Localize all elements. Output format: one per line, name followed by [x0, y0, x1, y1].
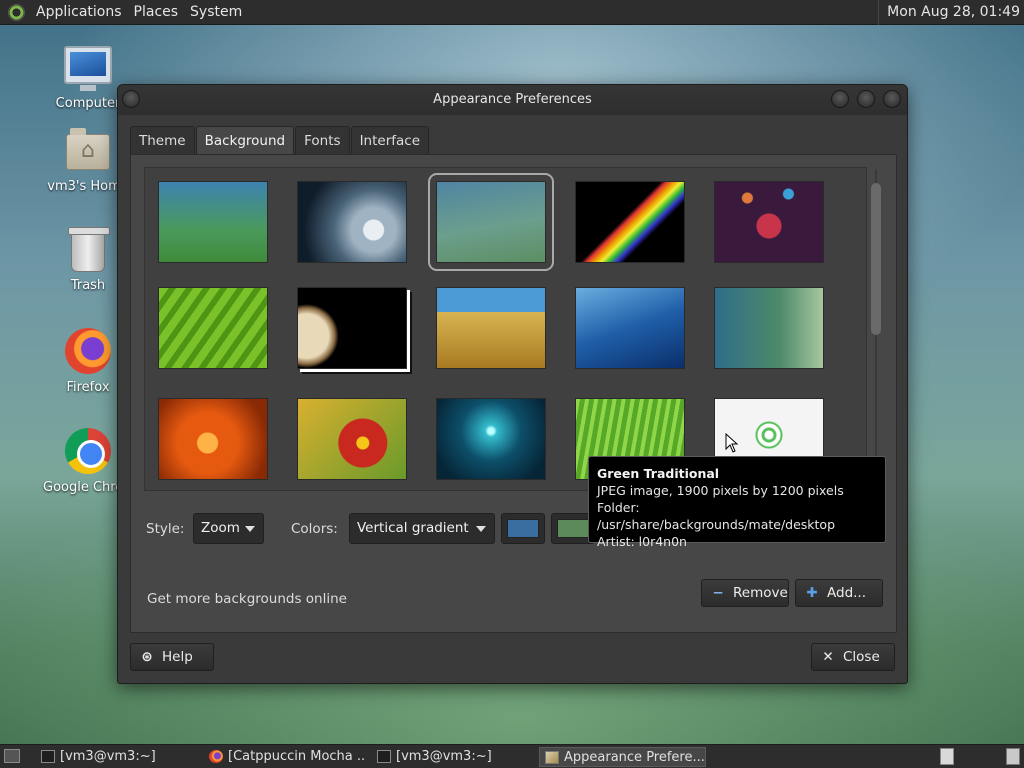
background-tab-panel: Style: Zoom Colors: Vertical gradient Ge…	[130, 154, 897, 633]
taskbar-item-label: [vm3@vm3:~]	[60, 749, 156, 764]
wallpaper-thumbnail[interactable]	[714, 287, 824, 369]
tab-interface[interactable]: Interface	[350, 126, 430, 154]
wallpaper-thumbnail[interactable]	[158, 181, 268, 263]
tooltip-folder: Folder: /usr/share/backgrounds/mate/desk…	[597, 500, 836, 532]
help-lifebuoy-icon: ⊛	[141, 649, 153, 665]
taskbar-item-firefox[interactable]: [Catppuccin Mocha ...	[204, 747, 366, 767]
tooltip-title: Green Traditional	[597, 466, 720, 481]
secondary-color-swatch	[557, 519, 589, 538]
tab-bar: Theme Background Fonts Interface	[130, 126, 430, 154]
colors-label: Colors:	[291, 521, 338, 537]
help-button-label: Help	[162, 649, 193, 665]
show-desktop-icon[interactable]	[4, 749, 20, 763]
tab-theme[interactable]: Theme	[130, 126, 195, 154]
mouse-pointer-icon	[725, 433, 739, 453]
taskbar-item-terminal-1[interactable]: [vm3@vm3:~]	[36, 747, 196, 767]
trash-icon	[68, 227, 110, 272]
get-more-backgrounds-link[interactable]: Get more backgrounds online	[147, 591, 347, 607]
taskbar-item-label: Appearance Prefere...	[564, 750, 705, 765]
clock[interactable]: Mon Aug 28, 01:49	[878, 0, 1024, 25]
menu-system[interactable]: System	[184, 0, 248, 25]
workspace-switcher[interactable]	[940, 748, 954, 765]
help-button[interactable]: ⊛ Help	[130, 643, 214, 671]
wallpaper-tooltip: Green Traditional JPEG image, 1900 pixel…	[588, 456, 886, 549]
wallpaper-thumbnail[interactable]	[297, 181, 407, 263]
firefox-icon	[65, 328, 111, 374]
primary-color-swatch	[507, 519, 539, 538]
terminal-icon	[377, 750, 391, 763]
wallpaper-thumbnail[interactable]	[297, 398, 407, 480]
close-button[interactable]: ✕ Close	[811, 643, 895, 671]
colors-dropdown-value: Vertical gradient	[357, 520, 469, 536]
remove-button-label: Remove	[733, 585, 788, 601]
colors-dropdown[interactable]: Vertical gradient	[349, 513, 495, 544]
minimize-button[interactable]	[831, 90, 849, 108]
wallpaper-thumbnail[interactable]	[575, 181, 685, 263]
close-button-label: Close	[843, 649, 880, 665]
minus-icon: −	[712, 585, 724, 601]
style-label: Style:	[146, 521, 185, 537]
firefox-icon	[209, 750, 223, 763]
taskbar-item-terminal-2[interactable]: [vm3@vm3:~]	[372, 747, 532, 767]
maximize-button[interactable]	[857, 90, 875, 108]
tab-fonts[interactable]: Fonts	[295, 126, 350, 154]
wallpaper-thumbnail[interactable]	[436, 398, 546, 480]
wallpaper-thumbnail[interactable]	[714, 181, 824, 263]
tab-background[interactable]: Background	[195, 126, 295, 154]
mate-logo-icon[interactable]	[8, 3, 25, 21]
menu-places[interactable]: Places	[128, 0, 185, 25]
chevron-down-icon	[476, 526, 486, 532]
wallpaper-thumbnail[interactable]	[297, 287, 407, 369]
bottom-panel: [vm3@vm3:~] [Catppuccin Mocha ... [vm3@v…	[0, 744, 1024, 768]
top-panel: Applications Places System Mon Aug 28, 0…	[0, 0, 1024, 25]
appearance-preferences-dialog: Appearance Preferences Theme Background …	[117, 84, 908, 684]
taskbar-item-appearance[interactable]: Appearance Prefere...	[539, 747, 706, 767]
titlebar[interactable]: Appearance Preferences	[118, 85, 907, 115]
wallpaper-thumbnail[interactable]	[158, 398, 268, 480]
taskbar-item-label: [Catppuccin Mocha ...	[228, 749, 366, 764]
wallpaper-thumbnail-selected[interactable]	[428, 173, 554, 271]
style-dropdown[interactable]: Zoom	[193, 513, 264, 544]
remove-button[interactable]: − Remove	[701, 579, 789, 607]
wallpaper-grid[interactable]	[144, 167, 867, 491]
chevron-down-icon	[245, 526, 255, 532]
scrollbar-thumb[interactable]	[871, 183, 881, 335]
computer-icon	[64, 46, 112, 91]
trash-applet-icon[interactable]	[1006, 748, 1020, 765]
wallpaper-scrollbar[interactable]	[871, 169, 881, 491]
chrome-icon	[65, 428, 111, 474]
main-menu: Applications Places System	[30, 0, 248, 25]
wallpaper-thumbnail[interactable]	[575, 287, 685, 369]
add-button-label: Add...	[827, 585, 867, 601]
plus-icon: ✚	[806, 585, 818, 601]
wallpaper-thumbnail[interactable]	[436, 287, 546, 369]
terminal-icon	[41, 750, 55, 763]
window-title: Appearance Preferences	[433, 92, 592, 107]
close-icon: ✕	[822, 649, 834, 665]
style-dropdown-value: Zoom	[201, 520, 240, 536]
add-button[interactable]: ✚ Add...	[795, 579, 883, 607]
taskbar-item-label: [vm3@vm3:~]	[396, 749, 492, 764]
close-window-button[interactable]	[883, 90, 901, 108]
menu-applications[interactable]: Applications	[30, 0, 128, 25]
tooltip-image-info: JPEG image, 1900 pixels by 1200 pixels	[597, 483, 844, 498]
wallpaper-thumbnail[interactable]	[158, 287, 268, 369]
appearance-icon	[545, 751, 559, 764]
tooltip-artist: Artist: l0r4n0n	[597, 534, 687, 549]
primary-color-button[interactable]	[501, 513, 545, 544]
home-folder-icon	[66, 128, 110, 170]
